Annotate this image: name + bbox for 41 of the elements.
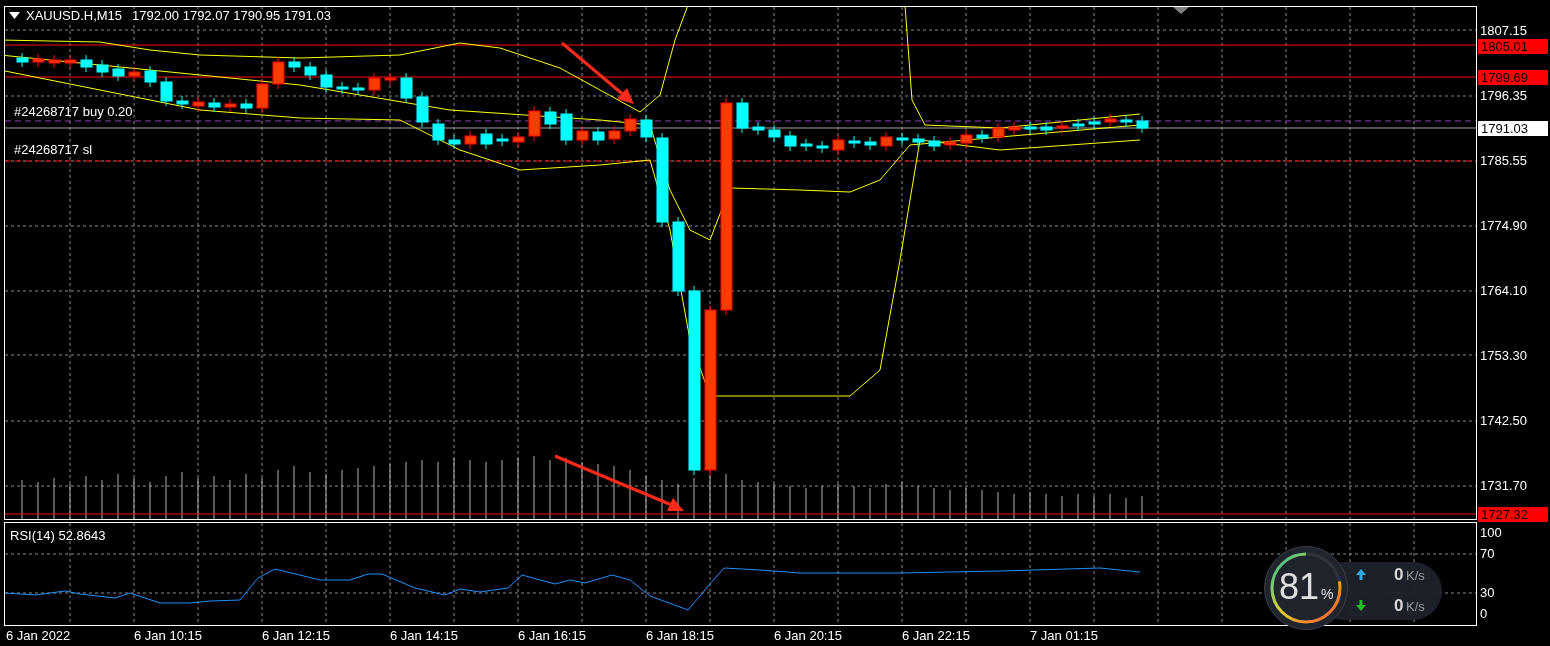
- price-tick-label: 1785.55: [1480, 154, 1527, 167]
- time-label: 6 Jan 20:15: [774, 629, 842, 642]
- dropdown-triangle-icon[interactable]: [9, 12, 20, 19]
- price-marker: 1805.01: [1478, 39, 1548, 54]
- time-label: 7 Jan 01:15: [1030, 629, 1098, 642]
- price-marker: 1799.69: [1478, 70, 1548, 85]
- percent-sign: %: [1321, 587, 1334, 601]
- shift-marker-icon: [1173, 7, 1189, 14]
- price-marker: 1791.03: [1478, 121, 1548, 136]
- rsi-tick-label: 30: [1480, 586, 1495, 599]
- chart-symbol: XAUUSD.H,M15: [26, 9, 123, 22]
- trade-label: #24268717 sl: [14, 143, 93, 156]
- rsi-tick-label: 100: [1480, 526, 1502, 539]
- time-label: 6 Jan 16:15: [518, 629, 586, 642]
- price-tick-label: 1731.70: [1480, 479, 1527, 492]
- price-marker: 1727.32: [1478, 507, 1548, 522]
- price-tick-label: 1807.15: [1480, 24, 1527, 37]
- price-tick-label: 1742.50: [1480, 414, 1527, 427]
- speed-unit: K/s: [1406, 600, 1425, 613]
- speed-value: 0: [1394, 597, 1404, 614]
- time-label: 6 Jan 12:15: [262, 629, 330, 642]
- download-arrow-icon: [1356, 600, 1366, 611]
- price-tick-label: 1764.10: [1480, 284, 1527, 297]
- rsi-label: RSI(14) 52.8643: [10, 529, 106, 542]
- speed-unit: K/s: [1406, 569, 1425, 582]
- ohlc-values: 1792.00 1792.07 1790.95 1791.03: [132, 9, 331, 22]
- rsi-tick-label: 70: [1480, 547, 1495, 560]
- usage-percent: 81: [1279, 569, 1320, 605]
- time-label: 6 Jan 10:15: [134, 629, 202, 642]
- speed-value: 0: [1394, 566, 1404, 583]
- rsi-tick-label: 0: [1480, 607, 1488, 620]
- trade-label: #24268717 buy 0.20: [14, 105, 133, 118]
- price-tick-label: 1774.90: [1480, 219, 1527, 232]
- gauge-ring-drawing: [1270, 552, 1342, 624]
- time-label: 6 Jan 2022: [6, 629, 71, 642]
- time-label: 6 Jan 22:15: [902, 629, 970, 642]
- time-label: 6 Jan 18:15: [646, 629, 714, 642]
- price-tick-label: 1753.30: [1480, 349, 1527, 362]
- price-tick-label: 1796.35: [1480, 89, 1527, 102]
- upload-arrow-icon: [1356, 569, 1366, 580]
- time-label: 6 Jan 14:15: [390, 629, 458, 642]
